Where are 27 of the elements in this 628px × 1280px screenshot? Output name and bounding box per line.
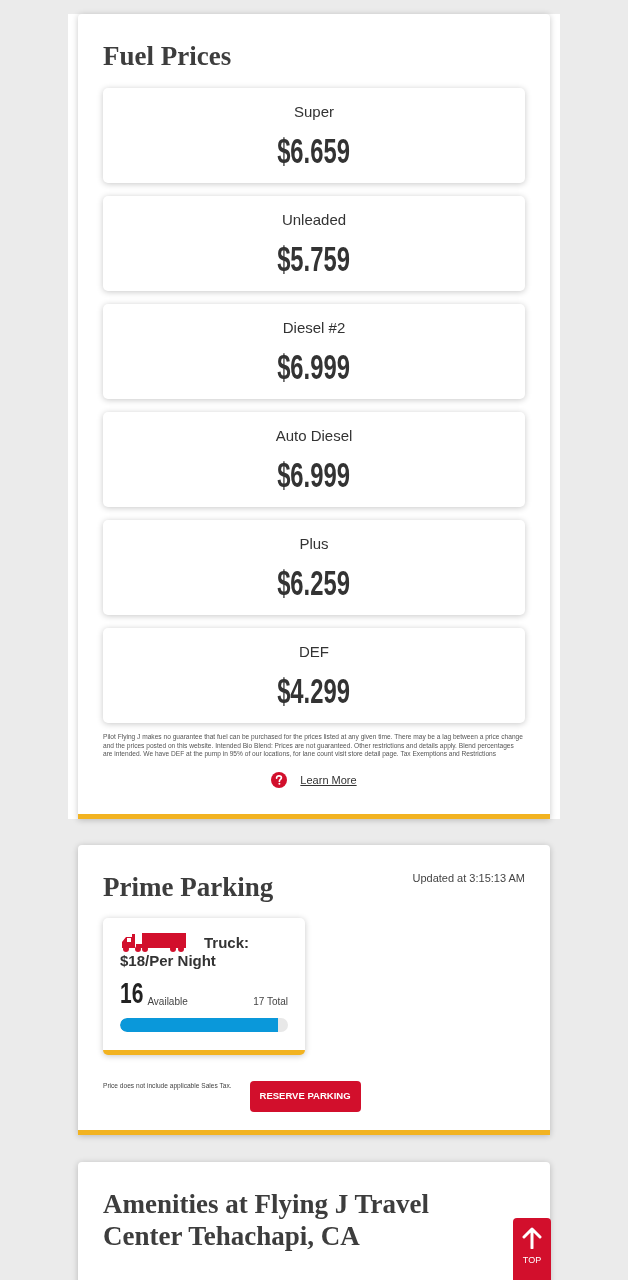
fuel-grade-label: Plus — [299, 534, 329, 554]
fuel-prices-title: Fuel Prices — [103, 40, 233, 73]
parking-rate: $18/Per Night — [120, 951, 217, 970]
vehicle-label: Truck: — [204, 933, 249, 952]
reserve-parking-button[interactable]: RESERVE PARKING — [249, 1080, 361, 1112]
fuel-price: $5.759 — [277, 239, 351, 279]
prime-parking-title: Prime Parking — [103, 870, 274, 904]
learn-more-link[interactable]: Learn More — [300, 770, 357, 789]
fuel-grade-label: Diesel #2 — [282, 318, 346, 338]
fuel-grade-label: Super — [294, 102, 334, 122]
help-icon — [271, 771, 288, 788]
amenities-title: Amenities at Flying J Travel Center Tehachapi, CA — [103, 1187, 430, 1252]
fuel-price: $6.999 — [277, 347, 351, 387]
available-count: 16 — [120, 977, 144, 1008]
updated-time: Updated at 3:15:13 AM — [412, 870, 525, 885]
fuel-grade-label: DEF — [299, 642, 329, 662]
fuel-price: $6.659 — [277, 131, 351, 171]
arrow-up-icon — [522, 1227, 542, 1249]
fuel-grade-label: Auto Diesel — [275, 426, 353, 446]
available-label: Available — [147, 995, 188, 1008]
fuel-price: $4.299 — [277, 671, 351, 711]
truck-icon — [120, 932, 186, 952]
total-count: 17 Total — [253, 995, 288, 1008]
back-to-top-button[interactable]: TOP — [513, 1218, 551, 1280]
fuel-price: $6.259 — [277, 563, 351, 603]
fuel-price: $6.999 — [277, 455, 351, 495]
fuel-grade-label: Unleaded — [281, 210, 347, 230]
